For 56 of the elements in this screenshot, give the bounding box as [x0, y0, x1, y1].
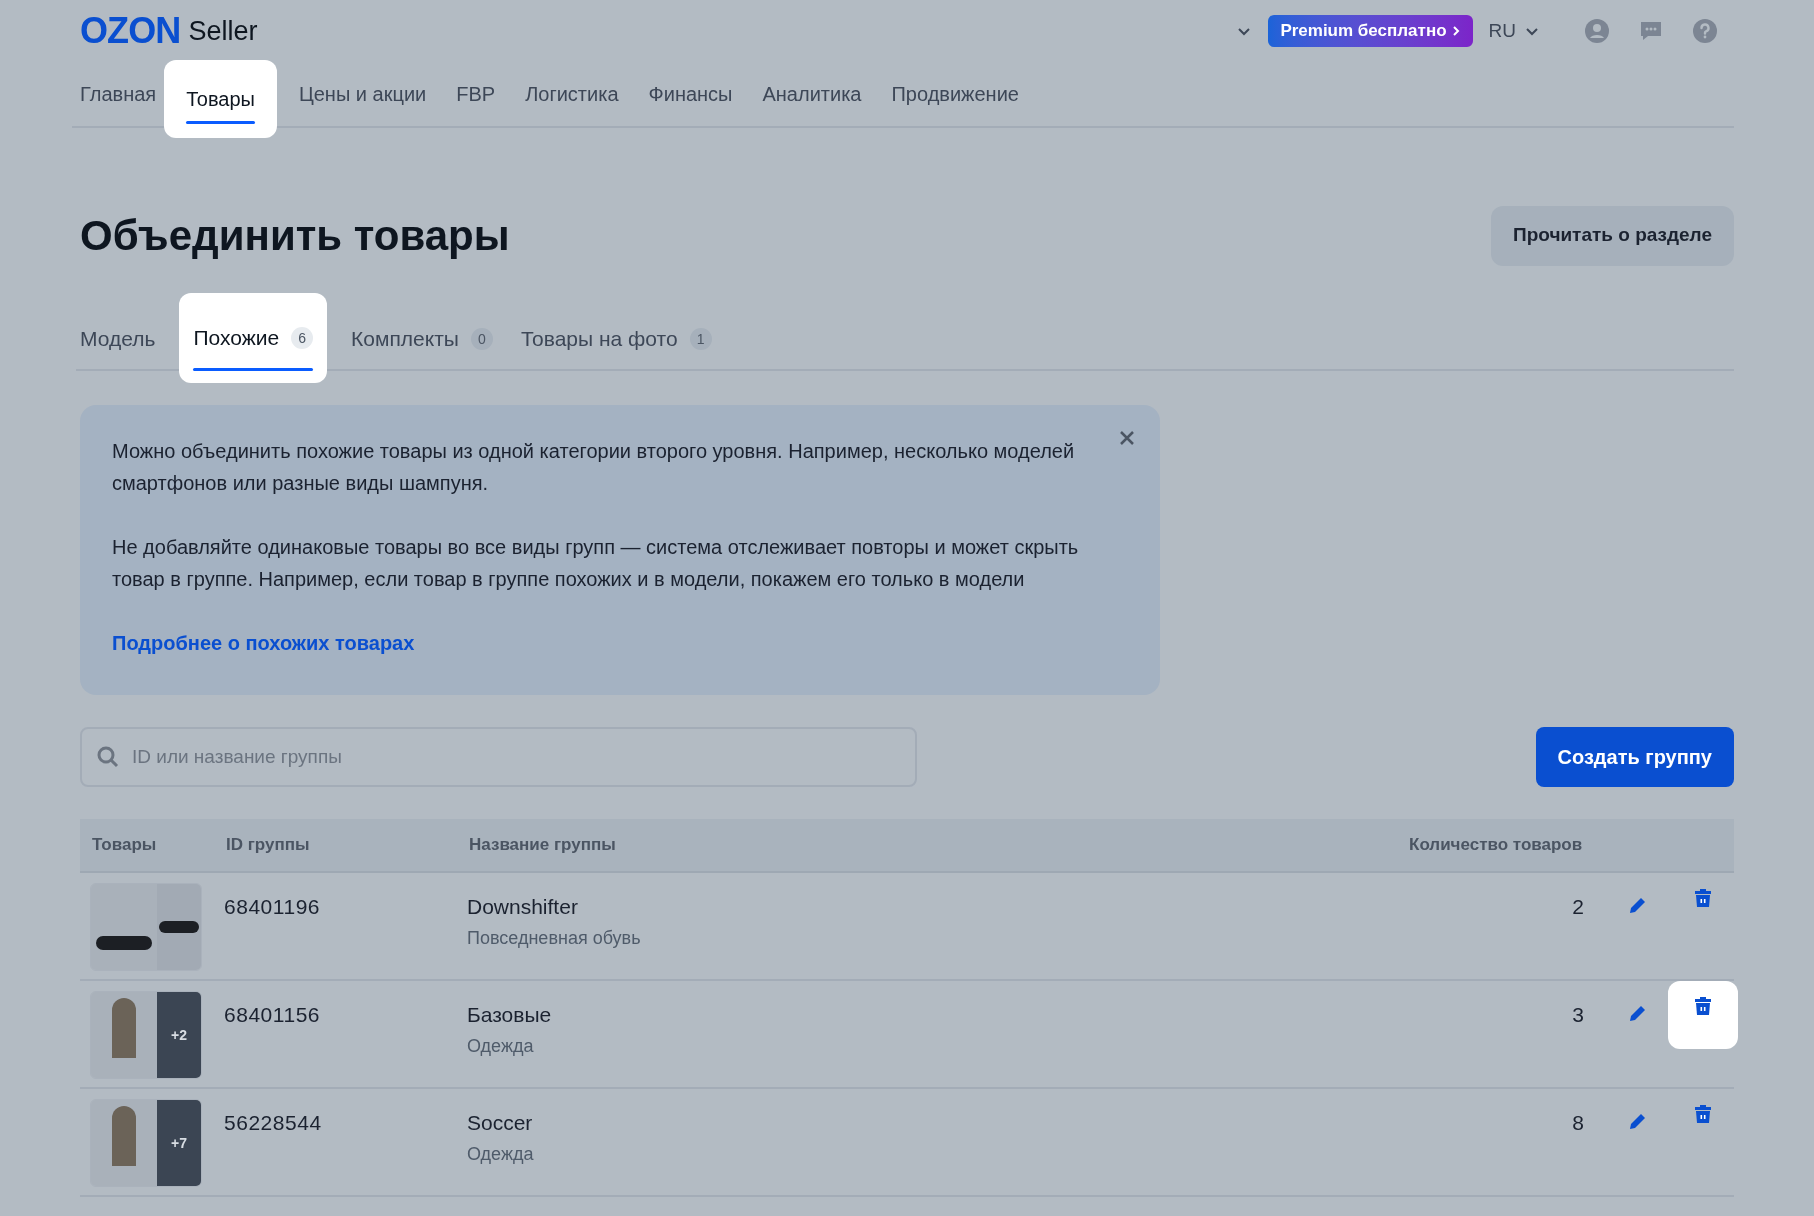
column-header: Товары	[92, 834, 158, 857]
nav-tab[interactable]: Главная	[72, 62, 165, 126]
tab[interactable]: Товары на фото 1	[516, 309, 716, 369]
logo-subtitle: Seller	[188, 14, 258, 48]
learn-more-link[interactable]: Подробнее о похожих товарах	[112, 632, 415, 654]
trash-icon	[1693, 1103, 1713, 1125]
group-name: Downshifter	[467, 894, 579, 920]
premium-button[interactable]: Premium бесплатно	[1268, 15, 1473, 47]
chevron-right-icon	[1450, 25, 1461, 37]
tab-count-badge: 0	[470, 328, 493, 350]
column-header: Название группы	[469, 834, 617, 857]
page-title: Объединить товары	[80, 211, 510, 261]
column-header: ID группы	[226, 834, 311, 857]
group-category: Повседневная обувь	[467, 926, 642, 950]
delete-button[interactable]	[1668, 981, 1738, 1049]
help-icon[interactable]	[1692, 18, 1718, 44]
search-icon	[96, 745, 120, 769]
tab-count-badge: 1	[689, 328, 712, 350]
close-icon[interactable]	[1118, 429, 1136, 447]
search-field[interactable]: ID или название группы	[80, 727, 917, 787]
pencil-icon	[1628, 1111, 1648, 1131]
info-paragraph: Не добавляйте одинаковые товары во все виды групп — система отслеживает повторы и может скрыть товар в группе. Например, если товар в группе похожих и в модели, покажем его только в модели	[112, 535, 1080, 592]
tab[interactable]: Модель	[76, 309, 160, 369]
item-count: 3	[1572, 1002, 1584, 1028]
user-icon[interactable]	[1584, 18, 1610, 44]
more-photos-count: +2	[171, 1025, 187, 1045]
tab[interactable]: Похожие 6	[179, 293, 328, 383]
item-count: 8	[1572, 1110, 1584, 1136]
column-header: Количество товаров	[1409, 834, 1584, 857]
language-selector[interactable]: RU	[1488, 16, 1540, 46]
nav-tab[interactable]: Товары	[164, 60, 277, 138]
group-category: Одежда	[467, 1142, 535, 1166]
tab-count-badge: 6	[291, 327, 314, 349]
nav-tab[interactable]: FBP	[448, 62, 504, 126]
nav-tab[interactable]: Цены и акции	[290, 62, 435, 126]
nav-tab[interactable]: Логистика	[517, 62, 627, 126]
group-name: Базовые	[467, 1002, 553, 1028]
more-photos-count: +7	[171, 1133, 187, 1153]
nav-tab[interactable]: Аналитика	[754, 62, 870, 126]
trash-icon	[1693, 995, 1713, 1017]
group-id: 68401156	[224, 1002, 322, 1028]
read-about-button[interactable]: Прочитать о разделе	[1491, 205, 1734, 266]
nav-tab[interactable]: Продвижение	[883, 62, 1027, 126]
group-id: 56228544	[224, 1110, 323, 1136]
trash-icon	[1693, 887, 1713, 909]
pencil-icon	[1628, 895, 1648, 915]
group-id: 68401196	[224, 894, 322, 920]
nav-tab[interactable]: Финансы	[640, 62, 741, 126]
create-group-button[interactable]: Создать группу	[1535, 727, 1734, 787]
group-category: Одежда	[467, 1034, 535, 1058]
logo[interactable]: OZON	[80, 4, 181, 58]
pencil-icon	[1628, 1003, 1648, 1023]
item-count: 2	[1572, 894, 1584, 920]
tab[interactable]: Комплекты 0	[347, 309, 497, 369]
info-paragraph: Можно объединить похожие товары из одной категории второго уровня. Например, несколько моделей смартфонов или разные виды шампуня.	[112, 439, 1076, 496]
group-name: Soccer	[467, 1110, 534, 1136]
